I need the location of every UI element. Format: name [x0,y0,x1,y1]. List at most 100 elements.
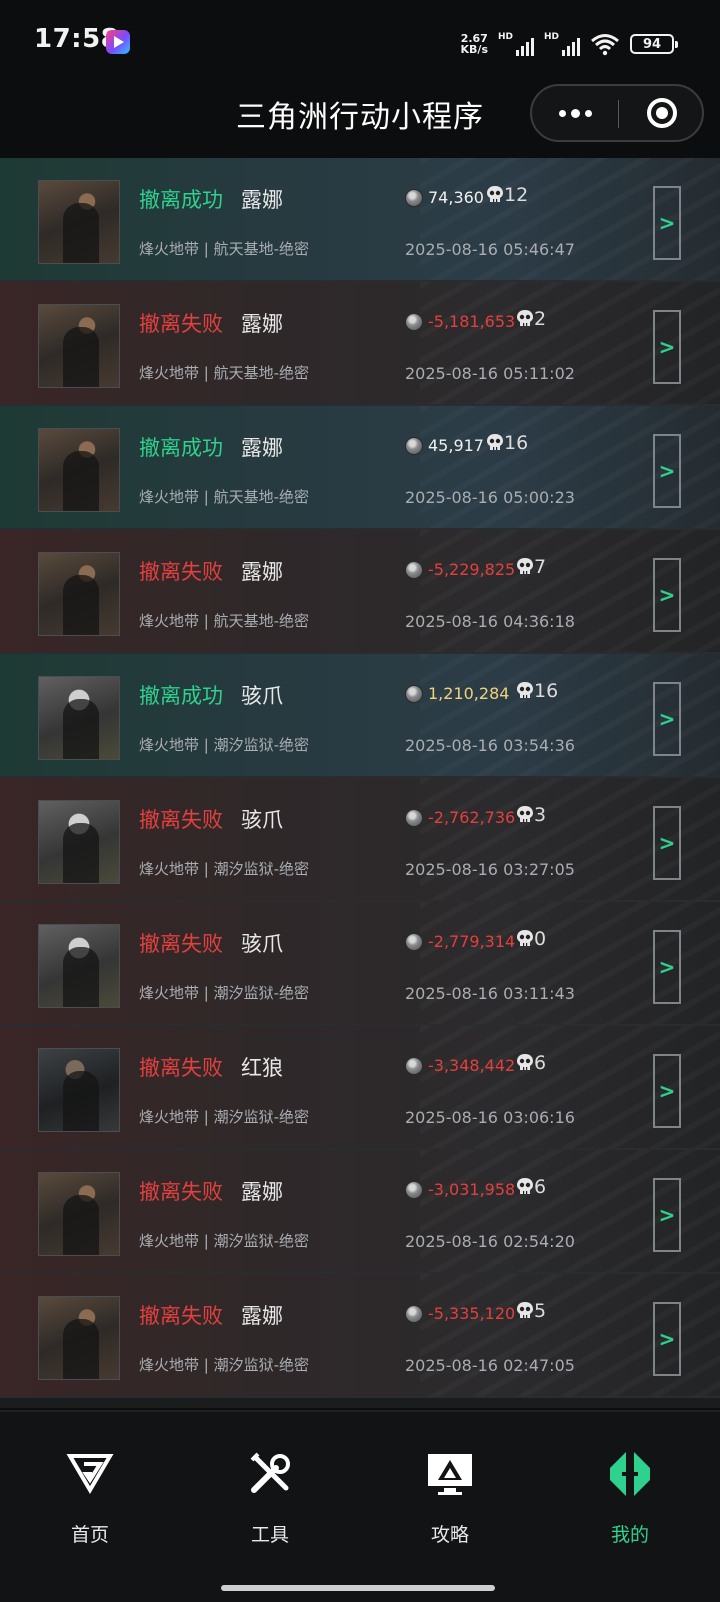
record-detail-button[interactable]: > [653,310,681,384]
kill-count: 0 [534,928,547,950]
record-detail-button[interactable]: > [653,558,681,632]
map-info: 烽火地带 | 潮汐监狱-绝密 [139,860,310,878]
match-record-row[interactable]: 撤离失败 露娜 烽火地带 | 航天基地-绝密 -5,229,825 7 2025… [0,530,720,654]
tab-item[interactable]: 首页 [0,1412,180,1562]
match-record-row[interactable]: 撤离成功 露娜 烽火地带 | 航天基地-绝密 45,917 16 2025-08… [0,406,720,530]
tools-icon [250,1452,290,1493]
tab-item[interactable]: 攻略 [360,1412,540,1562]
skull-kill-icon [517,310,533,326]
operator-name: 骇爪 [241,932,283,956]
operator-name: 露娜 [241,1304,283,1328]
status-indicators: 2.67 KB/s HD HD 94 [461,30,678,58]
match-timestamp: 2025-08-16 03:27:05 [405,860,575,879]
sim1-signal-icon: HD [498,32,534,56]
more-dot-icon [584,109,592,117]
map-info: 烽火地带 | 潮汐监狱-绝密 [139,736,310,754]
operator-name: 露娜 [241,312,283,336]
home-logo-icon [66,1454,114,1494]
home-indicator [221,1585,495,1591]
match-record-row[interactable]: 撤离成功 露娜 烽火地带 | 航天基地-绝密 74,360 12 2025-08… [0,158,720,282]
match-record-row[interactable]: 撤离失败 露娜 烽火地带 | 潮汐监狱-绝密 -5,335,120 5 2025… [0,1274,720,1398]
match-record-row[interactable]: 撤离成功 骇爪 烽火地带 | 潮汐监狱-绝密 1,210,284 16 2025… [0,654,720,778]
match-timestamp: 2025-08-16 02:47:05 [405,1356,575,1375]
profile-logo-icon [610,1452,650,1496]
record-detail-button[interactable]: > [653,1054,681,1128]
coin-icon [405,437,423,455]
kill-count: 16 [534,680,559,702]
record-detail-button[interactable]: > [653,434,681,508]
chevron-right-icon: > [658,335,676,359]
coin-icon [405,561,423,579]
coin-value: -5,181,653 [428,312,516,331]
extraction-result: 撤离失败 [139,932,223,956]
operator-avatar [38,676,120,760]
kill-count: 6 [534,1176,547,1198]
record-detail-button[interactable]: > [653,186,681,260]
record-detail-button[interactable]: > [653,930,681,1004]
record-detail-button[interactable]: > [653,806,681,880]
sim2-signal-icon: HD [544,32,580,56]
kill-count: 6 [534,1052,547,1074]
coin-icon [405,1181,423,1199]
status-bar: 17:58 2.67 KB/s HD HD 94 [0,0,720,84]
coin-icon [405,313,423,331]
match-timestamp: 2025-08-16 05:11:02 [405,364,575,383]
match-record-row[interactable]: 撤离失败 露娜 烽火地带 | 潮汐监狱-绝密 -3,031,958 6 2025… [0,1150,720,1274]
match-record-row[interactable]: 撤离失败 骇爪 烽火地带 | 潮汐监狱-绝密 -2,779,314 0 2025… [0,902,720,1026]
match-timestamp: 2025-08-16 02:54:20 [405,1232,575,1251]
map-info: 烽火地带 | 潮汐监狱-绝密 [139,984,310,1002]
close-mini-program-button[interactable] [620,86,704,140]
tab-label: 攻略 [430,1524,469,1546]
chevron-right-icon: > [658,1203,676,1227]
battery-icon: 94 [630,34,678,54]
operator-avatar [38,1296,120,1380]
extraction-result: 撤离失败 [139,1180,223,1204]
match-record-list[interactable]: 撤离成功 露娜 烽火地带 | 航天基地-绝密 74,360 12 2025-08… [0,158,720,1408]
match-timestamp: 2025-08-16 03:06:16 [405,1108,575,1127]
tab-item[interactable]: 工具 [180,1412,360,1562]
operator-avatar [38,1048,120,1132]
kill-count: 12 [504,184,529,206]
video-app-notification-icon [106,30,130,54]
coin-value: -2,779,314 [428,932,516,951]
sim2-hd-label: HD [544,32,560,42]
extraction-result: 撤离失败 [139,808,223,832]
record-detail-button[interactable]: > [653,1178,681,1252]
match-record-row[interactable]: 撤离失败 红狼 烽火地带 | 潮汐监狱-绝密 -3,348,442 6 2025… [0,1026,720,1150]
operator-name: 露娜 [241,188,283,212]
extraction-result: 撤离失败 [139,1304,223,1328]
kill-count: 16 [504,432,529,454]
tab-label: 工具 [250,1524,289,1546]
skull-kill-icon [487,434,503,450]
wifi-icon [591,34,619,56]
match-record-row[interactable]: 撤离失败 骇爪 烽火地带 | 潮汐监狱-绝密 -2,762,736 3 2025… [0,778,720,902]
sim1-hd-label: HD [498,32,514,42]
network-speed: 2.67 KB/s [461,33,488,55]
more-menu-button[interactable] [532,86,618,140]
mini-program-header: 三角洲行动小程序 [0,84,720,156]
skull-kill-icon [517,930,533,946]
coin-value: -3,031,958 [428,1180,516,1199]
chevron-right-icon: > [658,1079,676,1103]
operator-avatar [38,428,120,512]
guide-monitor-icon [428,1454,472,1495]
tab-item[interactable]: 我的 [540,1412,720,1562]
record-detail-button[interactable]: > [653,1302,681,1376]
tab-label: 首页 [70,1524,109,1546]
tab-label: 我的 [610,1524,649,1546]
extraction-result: 撤离成功 [139,684,223,708]
coin-value: -5,229,825 [428,560,516,579]
operator-name: 红狼 [241,1056,283,1080]
match-timestamp: 2025-08-16 03:54:36 [405,736,575,755]
operator-name: 露娜 [241,436,283,460]
bottom-tab-bar: 首页 工具 攻略 我的 [0,1410,720,1602]
map-info: 烽火地带 | 航天基地-绝密 [139,488,310,506]
operator-name: 露娜 [241,1180,283,1204]
coin-value: -3,348,442 [428,1056,516,1075]
mini-program-capsule [530,84,704,142]
coin-value: 45,917 [428,436,484,455]
chevron-right-icon: > [658,955,676,979]
match-timestamp: 2025-08-16 04:36:18 [405,612,575,631]
match-record-row[interactable]: 撤离失败 露娜 烽火地带 | 航天基地-绝密 -5,181,653 2 2025… [0,282,720,406]
record-detail-button[interactable]: > [653,682,681,756]
